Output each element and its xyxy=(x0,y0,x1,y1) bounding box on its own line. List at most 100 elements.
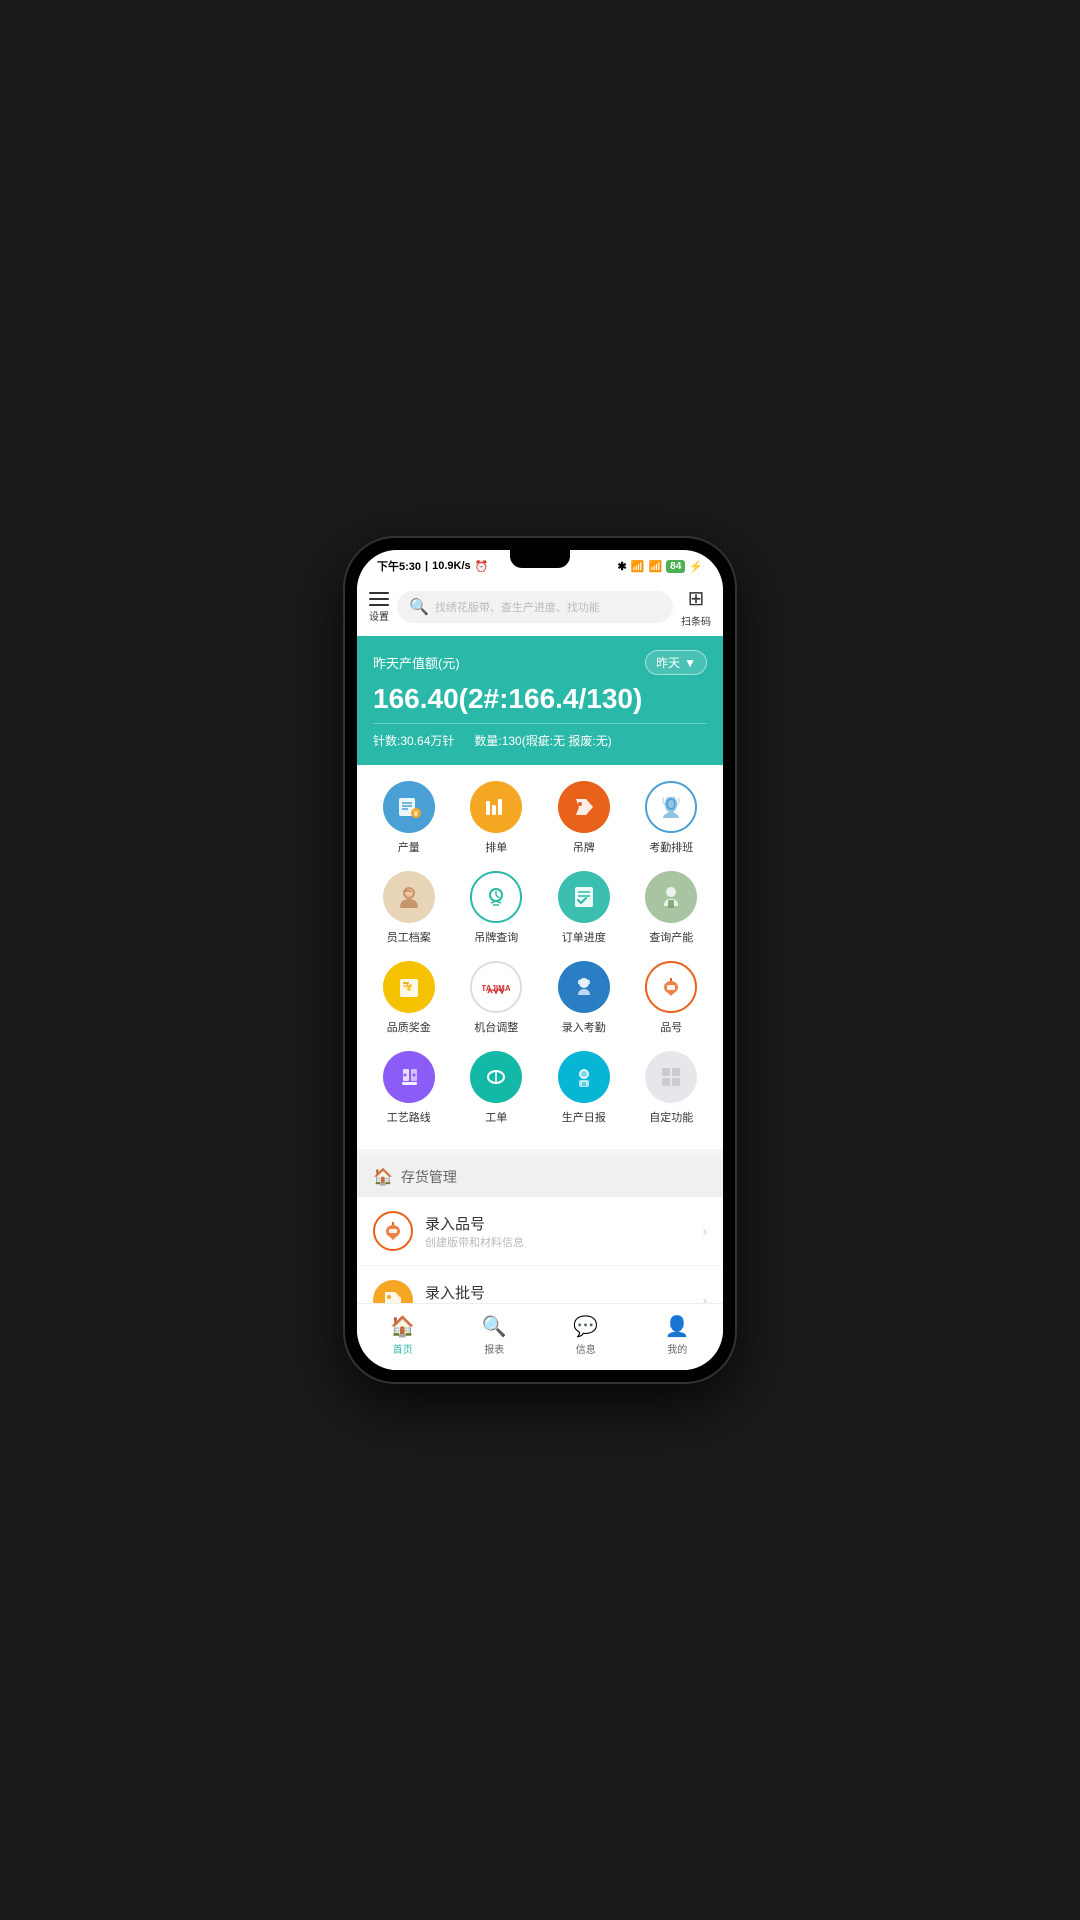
nav-home[interactable]: 🏠 首页 xyxy=(374,1312,431,1358)
capacity-icon xyxy=(645,871,697,923)
message-icon: 💬 xyxy=(573,1314,598,1339)
list-content-product-code: 录入品号 创建版带和材料信息 xyxy=(425,1213,690,1250)
employee-label: 员工档案 xyxy=(387,929,431,945)
icon-row-4: 工艺路线 工单 xyxy=(365,1051,715,1125)
output-label: 产量 xyxy=(398,839,420,855)
machine-label: 机台调整 xyxy=(474,1019,518,1035)
inventory-section-header: 🏠 存货管理 xyxy=(357,1157,723,1197)
mine-icon: 👤 xyxy=(665,1314,690,1339)
home-icon: 🏠 xyxy=(390,1314,415,1339)
quantity-stat: 数量:130(瑕疵:无 报废:无) xyxy=(474,732,611,749)
phone-frame: 下午5:30 | 10.9K/s ⏰ ✱ 📶 📶 84 ⚡ 设置 xyxy=(345,538,735,1382)
inventory-section-title: 存货管理 xyxy=(401,1167,457,1187)
inventory-section-icon: 🏠 xyxy=(373,1167,393,1187)
main-content: ¥ 产量 排单 xyxy=(357,765,723,1303)
list-title-product-code: 录入品号 xyxy=(425,1213,690,1234)
tag-label: 吊牌 xyxy=(573,839,595,855)
nav-message[interactable]: 💬 信息 xyxy=(557,1312,614,1358)
nav-report-label: 报表 xyxy=(484,1341,504,1356)
stitches-stat: 针数:30.64万针 xyxy=(373,732,454,749)
period-label: 昨天 xyxy=(656,654,680,671)
list-item-batch[interactable]: SALE 录入批号 创建材料颜色批次编号 › xyxy=(357,1266,723,1303)
list-arrow-batch: › xyxy=(702,1292,707,1303)
qr-button[interactable]: ⊞ 扫条码 xyxy=(681,586,711,628)
list-icon-product-code xyxy=(373,1211,413,1251)
process-icon xyxy=(383,1051,435,1103)
bluetooth-icon: ✱ xyxy=(618,560,627,573)
list-item-product-code[interactable]: 录入品号 创建版带和材料信息 › xyxy=(357,1197,723,1266)
grid-item-output[interactable]: ¥ 产量 xyxy=(373,781,445,855)
grid-item-tag-query[interactable]: 吊牌查询 xyxy=(460,871,532,945)
list-title-batch: 录入批号 xyxy=(425,1282,690,1303)
dashboard: 昨天产值额(元) 昨天 ▼ 166.40(2#:166.4/130) 针数:30… xyxy=(357,636,723,765)
tag-icon xyxy=(558,781,610,833)
settings-button[interactable]: 设置 xyxy=(369,592,389,623)
grid-item-employee[interactable]: 员工档案 xyxy=(373,871,445,945)
grid-item-machine[interactable]: TAJIMA 机台调整 xyxy=(460,961,532,1035)
record-attendance-icon xyxy=(558,961,610,1013)
notch xyxy=(510,550,570,568)
grid-item-process[interactable]: 工艺路线 xyxy=(373,1051,445,1125)
period-selector[interactable]: 昨天 ▼ xyxy=(645,650,707,675)
grid-item-attendance[interactable]: 考勤排班 xyxy=(635,781,707,855)
grid-item-capacity[interactable]: 查询产能 xyxy=(635,871,707,945)
network-speed: 10.9K/s xyxy=(432,560,471,572)
employee-icon xyxy=(383,871,435,923)
grid-item-daily-report[interactable]: 生产日报 xyxy=(548,1051,620,1125)
attendance-label: 考勤排班 xyxy=(649,839,693,855)
bottom-nav: 🏠 首页 🔍 报表 💬 信息 👤 我的 xyxy=(357,1303,723,1370)
dashboard-value: 166.40(2#:166.4/130) xyxy=(373,683,707,724)
order-progress-label: 订单进度 xyxy=(562,929,606,945)
record-attendance-label: 录入考勤 xyxy=(562,1019,606,1035)
quality-bonus-icon: ¥ xyxy=(383,961,435,1013)
output-icon: ¥ xyxy=(383,781,435,833)
product-code-icon xyxy=(645,961,697,1013)
grid-item-order-progress[interactable]: 订单进度 xyxy=(548,871,620,945)
list-subtitle-product-code: 创建版带和材料信息 xyxy=(425,1234,690,1250)
quality-bonus-label: 品质奖金 xyxy=(387,1019,431,1035)
nav-mine-label: 我的 xyxy=(667,1341,687,1356)
work-order-label: 工单 xyxy=(485,1109,507,1125)
qr-label: 扫条码 xyxy=(681,613,711,628)
capacity-label: 查询产能 xyxy=(649,929,693,945)
settings-label: 设置 xyxy=(369,608,389,623)
grid-item-product-code[interactable]: 品号 xyxy=(635,961,707,1035)
list-arrow-product-code: › xyxy=(702,1223,707,1239)
report-icon: 🔍 xyxy=(482,1314,507,1339)
time-display: 下午5:30 xyxy=(377,558,421,574)
alarm-icon: ⏰ xyxy=(475,560,489,573)
icon-grid: ¥ 产量 排单 xyxy=(357,765,723,1149)
nav-message-label: 信息 xyxy=(576,1341,596,1356)
dashboard-header: 昨天产值额(元) 昨天 ▼ xyxy=(373,650,707,675)
nav-report[interactable]: 🔍 报表 xyxy=(466,1312,523,1358)
grid-item-work-order[interactable]: 工单 xyxy=(460,1051,532,1125)
nav-mine[interactable]: 👤 我的 xyxy=(649,1312,706,1358)
grid-item-schedule[interactable]: 排单 xyxy=(460,781,532,855)
grid-item-quality-bonus[interactable]: ¥ 品质奖金 xyxy=(373,961,445,1035)
status-left: 下午5:30 | 10.9K/s ⏰ xyxy=(377,558,488,574)
wifi-icon: 📶 xyxy=(648,560,662,573)
qr-icon: ⊞ xyxy=(688,586,705,611)
daily-report-icon xyxy=(558,1051,610,1103)
search-bar[interactable]: 🔍 找绣花版带、查生产进度、找功能 xyxy=(397,591,673,623)
search-placeholder: 找绣花版带、查生产进度、找功能 xyxy=(435,599,600,615)
speed-display: | xyxy=(425,560,428,572)
hamburger-icon xyxy=(369,592,389,606)
chevron-down-icon: ▼ xyxy=(684,656,696,670)
work-order-icon xyxy=(470,1051,522,1103)
grid-item-record-attendance[interactable]: 录入考勤 xyxy=(548,961,620,1035)
status-right: ✱ 📶 📶 84 ⚡ xyxy=(618,560,703,573)
list-content-batch: 录入批号 创建材料颜色批次编号 xyxy=(425,1282,690,1304)
product-code-label: 品号 xyxy=(660,1019,682,1035)
process-label: 工艺路线 xyxy=(387,1109,431,1125)
signal-icon: 📶 xyxy=(631,560,645,573)
icon-row-2: 员工档案 吊牌查询 xyxy=(365,871,715,945)
grid-item-tag[interactable]: 吊牌 xyxy=(548,781,620,855)
icon-row-1: ¥ 产量 排单 xyxy=(365,781,715,855)
order-progress-icon xyxy=(558,871,610,923)
grid-item-custom[interactable]: 自定功能 xyxy=(635,1051,707,1125)
custom-icon xyxy=(645,1051,697,1103)
custom-label: 自定功能 xyxy=(649,1109,693,1125)
svg-text:¥: ¥ xyxy=(414,811,418,818)
phone-screen: 下午5:30 | 10.9K/s ⏰ ✱ 📶 📶 84 ⚡ 设置 xyxy=(357,550,723,1370)
